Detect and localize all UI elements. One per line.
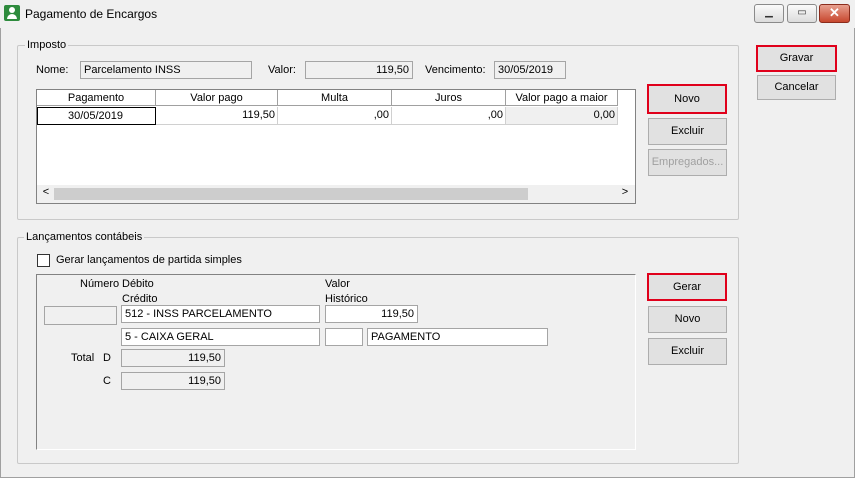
- column-header[interactable]: Multa: [278, 90, 392, 106]
- column-header[interactable]: Pagamento: [37, 90, 156, 106]
- total-label: Total: [71, 352, 95, 364]
- total-d-label: D: [103, 352, 111, 364]
- valor-field: 119,50: [305, 61, 413, 79]
- user-app-icon: [4, 5, 20, 21]
- horizontal-scrollbar[interactable]: < >: [37, 185, 635, 203]
- scroll-right-icon[interactable]: >: [619, 186, 631, 198]
- lancamentos-legend: Lançamentos contábeis: [24, 231, 145, 243]
- total-c-label: C: [103, 375, 111, 387]
- window-title: Pagamento de Encargos: [25, 7, 158, 21]
- total-c-field: 119,50: [121, 372, 225, 390]
- debito-header: Débito: [122, 278, 154, 290]
- valor-label: Valor:: [268, 64, 296, 76]
- title-bar: Pagamento de Encargos ▁ ▭ ✕: [0, 0, 855, 28]
- debito-field[interactable]: 512 - INSS PARCELAMENTO: [121, 305, 320, 323]
- historico-field[interactable]: PAGAMENTO: [367, 328, 548, 346]
- column-header[interactable]: Valor pago a maior: [506, 90, 618, 106]
- vencimento-field: 30/05/2019: [494, 61, 566, 79]
- cell-multa[interactable]: ,00: [278, 107, 392, 125]
- credito-field[interactable]: 5 - CAIXA GERAL: [121, 328, 320, 346]
- gerar-button[interactable]: Gerar: [647, 273, 727, 301]
- partida-simples-label: Gerar lançamentos de partida simples: [56, 254, 242, 266]
- excluir-lancamento-button[interactable]: Excluir: [648, 338, 727, 365]
- cancelar-button[interactable]: Cancelar: [757, 75, 836, 100]
- maximize-icon[interactable]: ▭: [787, 4, 817, 23]
- nome-label: Nome:: [36, 64, 69, 76]
- total-d-field: 119,50: [121, 349, 225, 367]
- valor-lancamento-field[interactable]: 119,50: [325, 305, 418, 323]
- close-icon[interactable]: ✕: [819, 4, 850, 23]
- imposto-legend: Imposto: [25, 39, 69, 51]
- nome-field: Parcelamento INSS: [80, 61, 252, 79]
- novo-lancamento-button[interactable]: Novo: [648, 306, 727, 333]
- historico-header: Histórico: [325, 293, 368, 305]
- scroll-left-icon[interactable]: <: [40, 186, 52, 198]
- novo-button[interactable]: Novo: [647, 84, 727, 114]
- vencimento-label: Vencimento:: [425, 64, 486, 76]
- pagamentos-grid[interactable]: Pagamento Valor pago Multa Juros Valor p…: [36, 89, 636, 204]
- historico-codigo-field[interactable]: [325, 328, 363, 346]
- cell-juros[interactable]: ,00: [392, 107, 506, 125]
- valor-header: Valor: [325, 278, 350, 290]
- minimize-icon[interactable]: ▁: [754, 4, 784, 23]
- gravar-button[interactable]: Gravar: [756, 45, 837, 72]
- credito-header: Crédito: [122, 293, 158, 305]
- scroll-thumb[interactable]: [54, 188, 528, 200]
- numero-field[interactable]: [44, 306, 117, 325]
- cell-valor-pago[interactable]: 119,50: [156, 107, 278, 125]
- partida-simples-checkbox[interactable]: [37, 254, 50, 267]
- excluir-button[interactable]: Excluir: [648, 118, 727, 145]
- cell-valor-maior[interactable]: 0,00: [506, 107, 618, 125]
- column-header[interactable]: Juros: [392, 90, 506, 106]
- column-header[interactable]: Valor pago: [156, 90, 278, 106]
- empregados-button[interactable]: Empregados...: [648, 149, 727, 176]
- cell-pagamento[interactable]: 30/05/2019: [37, 107, 156, 125]
- numero-header: Número: [80, 278, 120, 290]
